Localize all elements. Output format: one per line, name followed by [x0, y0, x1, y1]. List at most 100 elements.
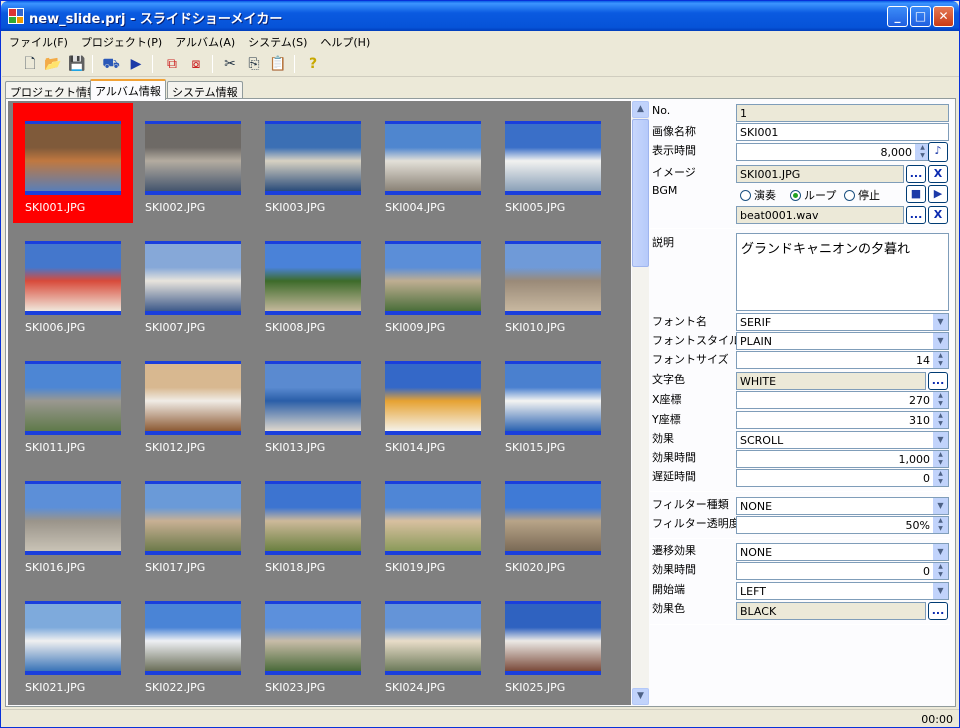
- gallery-scrollbar[interactable]: ▲ ▼: [632, 101, 649, 705]
- thumbnail-item[interactable]: SKI008.JPG: [253, 223, 373, 343]
- title-bar[interactable]: new_slide.prj - スライドショーメイカー _ □ ✕: [1, 1, 959, 31]
- tab-album-info[interactable]: アルバム情報: [90, 79, 166, 100]
- thumbnail-item[interactable]: SKI013.JPG: [253, 343, 373, 463]
- menu-file[interactable]: ファイル(F): [2, 31, 74, 51]
- new-file-icon[interactable]: 🗋: [20, 54, 40, 74]
- tab-system-info[interactable]: システム情報: [167, 81, 243, 99]
- thumbnail-item[interactable]: SKI024.JPG: [373, 583, 493, 703]
- thumbnail-caption: SKI021.JPG: [25, 681, 86, 694]
- help-icon[interactable]: ?: [303, 54, 323, 74]
- delay-spinner[interactable]: 0 ▲ ▼: [736, 469, 949, 487]
- thumbnail-gallery[interactable]: SKI001.JPG SKI002.JPG SKI003.JPG SKI004.JPG…: [8, 101, 631, 705]
- music-note-icon[interactable]: ♪: [928, 142, 948, 162]
- font-size-spinner[interactable]: 14 ▲ ▼: [736, 351, 949, 369]
- thumbnail-item[interactable]: SKI025.JPG: [493, 583, 613, 703]
- thumbnail-item[interactable]: SKI005.JPG: [493, 103, 613, 223]
- chevron-down-icon[interactable]: ▼: [933, 544, 948, 560]
- thumbnail-item[interactable]: SKI015.JPG: [493, 343, 613, 463]
- save-icon[interactable]: 💾: [67, 54, 87, 74]
- effect-time-spinner[interactable]: 1,000 ▲ ▼: [736, 450, 949, 468]
- effect-select[interactable]: SCROLL ▼: [736, 431, 949, 449]
- description-textarea[interactable]: グランドキャニオンの夕暮れ: [736, 233, 949, 311]
- spinner-arrows-icon[interactable]: ▲ ▼: [933, 451, 948, 467]
- bgm-clear-button[interactable]: X: [928, 206, 948, 224]
- bgm-loop-radio[interactable]: ループ: [790, 187, 836, 203]
- thumbnail-item[interactable]: SKI001.JPG: [13, 103, 133, 223]
- thumbnail-item[interactable]: SKI006.JPG: [13, 223, 133, 343]
- open-folder-icon[interactable]: 📂: [43, 54, 63, 74]
- thumbnail-item[interactable]: SKI002.JPG: [133, 103, 253, 223]
- no-label: No.: [652, 104, 671, 117]
- spinner-arrows-icon[interactable]: ▲ ▼: [933, 517, 948, 533]
- menu-system[interactable]: システム(S): [241, 31, 313, 51]
- filter-type-value: NONE: [740, 500, 773, 513]
- spinner-arrows-icon[interactable]: ▲ ▼: [933, 470, 948, 486]
- spinner-arrows-icon[interactable]: ▲ ▼: [933, 412, 948, 428]
- thumbnail-item[interactable]: SKI020.JPG: [493, 463, 613, 583]
- tab-project-info[interactable]: プロジェクト情報: [5, 81, 103, 99]
- chevron-down-icon[interactable]: ▼: [933, 432, 948, 448]
- thumbnail-item[interactable]: SKI019.JPG: [373, 463, 493, 583]
- font-name-select[interactable]: SERIF ▼: [736, 313, 949, 331]
- spinner-arrows-icon[interactable]: ▲ ▼: [933, 563, 948, 579]
- thumbnail-item[interactable]: SKI022.JPG: [133, 583, 253, 703]
- chevron-down-icon[interactable]: ▼: [933, 333, 948, 349]
- thumbnail-item[interactable]: SKI003.JPG: [253, 103, 373, 223]
- filter-type-select[interactable]: NONE ▼: [736, 497, 949, 515]
- remove-image-icon[interactable]: ⧇: [186, 54, 206, 74]
- menu-album[interactable]: アルバム(A): [168, 31, 241, 51]
- thumbnail-item[interactable]: SKI012.JPG: [133, 343, 253, 463]
- thumbnail-item[interactable]: SKI023.JPG: [253, 583, 373, 703]
- cut-icon[interactable]: ✂: [220, 54, 240, 74]
- thumbnail-item[interactable]: SKI010.JPG: [493, 223, 613, 343]
- start-edge-select[interactable]: LEFT ▼: [736, 582, 949, 600]
- chevron-down-icon[interactable]: ▼: [933, 583, 948, 599]
- font-style-select[interactable]: PLAIN ▼: [736, 332, 949, 350]
- menu-project[interactable]: プロジェクト(P): [74, 31, 168, 51]
- thumbnail-item[interactable]: SKI009.JPG: [373, 223, 493, 343]
- image-clear-button[interactable]: X: [928, 165, 948, 183]
- bgm-play-radio[interactable]: 演奏: [740, 187, 776, 203]
- play-icon[interactable]: ▶: [126, 54, 146, 74]
- thumbnail-item[interactable]: SKI018.JPG: [253, 463, 373, 583]
- scroll-up-icon[interactable]: ▲: [632, 101, 649, 118]
- text-color-button[interactable]: ...: [928, 372, 948, 390]
- copy-icon[interactable]: ⎘: [244, 54, 264, 74]
- spinner-arrows-icon[interactable]: ▲ ▼: [933, 352, 948, 368]
- minimize-button[interactable]: _: [887, 6, 908, 27]
- chevron-down-icon[interactable]: ▼: [933, 314, 948, 330]
- display-time-spinner[interactable]: 8,000 ▲ ▼: [736, 143, 931, 161]
- thumbnail-item[interactable]: SKI007.JPG: [133, 223, 253, 343]
- transition-time-spinner[interactable]: 0 ▲ ▼: [736, 562, 949, 580]
- transition-select[interactable]: NONE ▼: [736, 543, 949, 561]
- bgm-browse-button[interactable]: ...: [906, 206, 926, 224]
- image-name-input[interactable]: SKI001: [736, 123, 949, 141]
- bgm-stop-radio[interactable]: 停止: [844, 187, 880, 203]
- scroll-thumb[interactable]: [632, 119, 649, 267]
- image-browse-button[interactable]: ...: [906, 165, 926, 183]
- x-coord-spinner[interactable]: 270 ▲ ▼: [736, 391, 949, 409]
- menu-help[interactable]: ヘルプ(H): [313, 31, 376, 51]
- thumbnail-image: [505, 241, 601, 315]
- thumbnail-item[interactable]: SKI021.JPG: [13, 583, 133, 703]
- y-coord-spinner[interactable]: 310 ▲ ▼: [736, 411, 949, 429]
- spinner-arrows-icon[interactable]: ▲ ▼: [933, 392, 948, 408]
- transition-color-button[interactable]: ...: [928, 602, 948, 620]
- thumbnail-item[interactable]: SKI014.JPG: [373, 343, 493, 463]
- chevron-down-icon[interactable]: ▼: [933, 498, 948, 514]
- paste-icon[interactable]: 📋: [268, 54, 288, 74]
- transition-color-label: 効果色: [652, 602, 685, 615]
- thumbnail-item[interactable]: SKI017.JPG: [133, 463, 253, 583]
- build-icon[interactable]: ⛟: [101, 54, 121, 74]
- maximize-button[interactable]: □: [910, 6, 931, 27]
- play-bgm-icon[interactable]: ▶: [928, 185, 948, 203]
- add-image-icon[interactable]: ⧉: [162, 54, 182, 74]
- scroll-down-icon[interactable]: ▼: [632, 688, 649, 705]
- stop-icon[interactable]: ■: [906, 185, 926, 203]
- close-button[interactable]: ✕: [933, 6, 954, 27]
- thumbnail-item[interactable]: SKI004.JPG: [373, 103, 493, 223]
- filter-alpha-spinner[interactable]: 50% ▲ ▼: [736, 516, 949, 534]
- thumbnail-item[interactable]: SKI016.JPG: [13, 463, 133, 583]
- thumbnail-item[interactable]: SKI011.JPG: [13, 343, 133, 463]
- delay-value: 0: [923, 472, 930, 485]
